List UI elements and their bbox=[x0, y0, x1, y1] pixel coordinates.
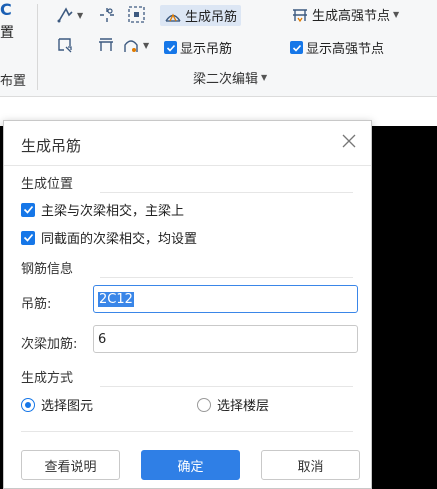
section-divider bbox=[100, 386, 353, 387]
ribbon-left-partial-icon[interactable]: C bbox=[0, 0, 12, 19]
check-icon bbox=[290, 41, 303, 54]
select-box-icon bbox=[128, 6, 145, 23]
secondary-field-label: 次梁加筋: bbox=[21, 337, 78, 352]
ribbon: C 置 布置 ▼ 生成吊筋 生成高强节点 ▼ ▼ 显示吊筋 显示高强节点 梁二次… bbox=[0, 0, 437, 97]
radio-select-floor-label: 选择楼层 bbox=[217, 399, 270, 414]
section-position-title: 生成位置 bbox=[21, 177, 74, 192]
hanger-icon bbox=[165, 13, 181, 22]
check-icon bbox=[21, 230, 35, 245]
footer-divider bbox=[21, 431, 353, 432]
opt-main-secondary-label: 主梁与次梁相交，主梁上 bbox=[41, 204, 185, 219]
select-box-tool[interactable] bbox=[127, 5, 147, 25]
hanger-input[interactable]: 2C12 bbox=[93, 285, 358, 313]
radio-select-element-label: 选择图元 bbox=[41, 399, 94, 414]
ribbon-separator bbox=[37, 4, 38, 90]
check-icon bbox=[21, 202, 35, 217]
dropdown-arrow-icon: ▼ bbox=[77, 10, 84, 20]
section-divider bbox=[100, 277, 353, 278]
arch-tool[interactable]: ▼ bbox=[122, 36, 149, 54]
radio-selected-icon bbox=[21, 397, 35, 412]
opt-same-section-label: 同截面的次梁相交，均设置 bbox=[41, 232, 198, 247]
help-button[interactable]: 查看说明 bbox=[21, 450, 120, 480]
show-hanger-checkbox[interactable]: 显示吊筋 bbox=[164, 38, 232, 57]
spark-tool[interactable] bbox=[98, 6, 116, 24]
generate-hanger-button[interactable]: 生成吊筋 bbox=[160, 5, 242, 26]
dropdown-arrow-icon: ▼ bbox=[393, 10, 400, 19]
radio-select-element[interactable]: 选择图元 bbox=[21, 395, 93, 414]
section-method-title: 生成方式 bbox=[21, 371, 74, 386]
generate-strong-node-button[interactable]: 生成高强节点 ▼ bbox=[291, 5, 399, 24]
generate-strong-node-label: 生成高强节点 bbox=[312, 9, 391, 24]
ribbon-group-label[interactable]: 梁二次编辑 ▼ bbox=[193, 68, 267, 87]
ribbon-left-partial-label[interactable]: 置 bbox=[0, 22, 14, 42]
bridge-icon bbox=[99, 38, 113, 51]
show-strong-node-checkbox[interactable]: 显示高强节点 bbox=[290, 38, 384, 57]
lasso-icon bbox=[58, 38, 72, 53]
check-icon bbox=[164, 41, 177, 54]
show-strong-node-label: 显示高强节点 bbox=[306, 42, 385, 57]
draw-line-icon bbox=[57, 7, 73, 23]
secondary-input-value: 6 bbox=[98, 331, 107, 347]
opt-same-section-checkbox[interactable]: 同截面的次梁相交，均设置 bbox=[21, 228, 197, 247]
close-icon[interactable] bbox=[341, 133, 357, 149]
dialog-title: 生成吊筋 bbox=[21, 137, 82, 155]
radio-select-floor[interactable]: 选择楼层 bbox=[197, 395, 269, 414]
secondary-rebar-input[interactable]: 6 bbox=[93, 325, 358, 353]
cancel-button[interactable]: 取消 bbox=[261, 450, 360, 480]
opt-main-secondary-checkbox[interactable]: 主梁与次梁相交，主梁上 bbox=[21, 200, 184, 219]
generate-hanger-label: 生成吊筋 bbox=[185, 10, 238, 25]
draw-line-tool[interactable]: ▼ bbox=[56, 6, 83, 24]
ok-button[interactable]: 确定 bbox=[141, 450, 240, 480]
group-dropdown-icon: ▼ bbox=[261, 73, 268, 82]
left-partial-letter: C bbox=[0, 0, 12, 19]
ribbon-left-group-label: 布置 bbox=[0, 74, 27, 89]
radio-unselected-icon bbox=[197, 397, 211, 412]
title-divider bbox=[4, 165, 371, 166]
arch-icon bbox=[124, 40, 138, 52]
section-rebar-title: 钢筋信息 bbox=[21, 262, 74, 277]
show-hanger-label: 显示吊筋 bbox=[180, 42, 233, 57]
bridge-tool[interactable] bbox=[97, 36, 115, 54]
hanger-field-label: 吊筋: bbox=[21, 297, 52, 312]
spark-icon bbox=[100, 8, 114, 22]
lasso-tool[interactable] bbox=[56, 36, 74, 54]
hanger-input-value: 2C12 bbox=[98, 291, 134, 307]
generate-hanger-dialog: 生成吊筋 生成位置 主梁与次梁相交，主梁上 同截面的次梁相交，均设置 钢筋信息 … bbox=[3, 120, 372, 489]
strong-node-icon bbox=[293, 8, 307, 22]
dropdown-arrow-icon: ▼ bbox=[143, 40, 150, 50]
section-divider bbox=[100, 192, 353, 193]
